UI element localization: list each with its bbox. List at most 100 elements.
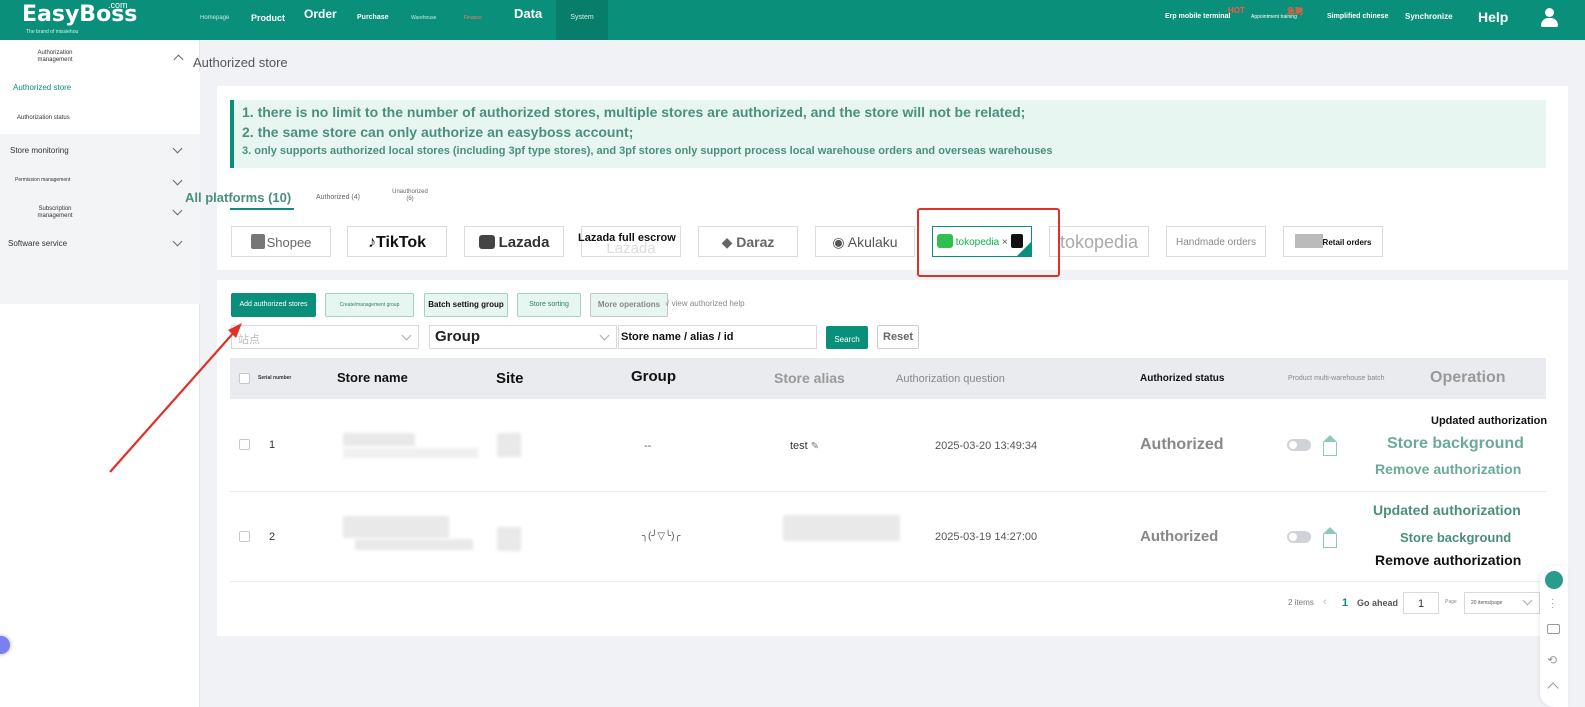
shopee-bag-icon xyxy=(250,234,265,249)
reset-button[interactable]: Reset xyxy=(877,325,919,349)
hot-badge: HOT xyxy=(1228,6,1245,15)
nav-order[interactable]: Order xyxy=(304,0,337,36)
nav-finance[interactable]: Finance xyxy=(464,0,482,40)
chat-icon[interactable] xyxy=(1547,624,1560,634)
nav-help[interactable]: Help xyxy=(1478,0,1508,36)
sidebar-item-subscription-management[interactable]: Subscription management xyxy=(30,206,80,220)
platform-retail-orders[interactable]: Retail orders xyxy=(1283,226,1383,257)
create-group-button[interactable]: Create/management group xyxy=(325,293,414,317)
tab-underline xyxy=(230,208,294,210)
row-serial: 2 xyxy=(269,531,276,543)
platform-daraz[interactable]: ◆ Daraz xyxy=(698,226,798,257)
sidebar-authorization-management[interactable]: Authorization management xyxy=(30,50,80,64)
nav-product[interactable]: Product xyxy=(251,0,285,40)
page-number-current[interactable]: 1 xyxy=(1342,597,1348,609)
add-authorized-stores-button[interactable]: Add authorized stores xyxy=(231,293,316,317)
retail-logo-image xyxy=(1294,234,1323,248)
remove-authorization-link[interactable]: Remove authorization xyxy=(1375,461,1521,477)
nav-homepage[interactable]: Homepage xyxy=(200,0,229,40)
store-background-link[interactable]: Store background xyxy=(1387,435,1524,453)
warehouse-settings-icon[interactable] xyxy=(1323,435,1337,456)
notice-line-2: 2. the same store can only authorize an … xyxy=(242,124,634,140)
platform-lazada[interactable]: Lazada xyxy=(464,226,564,257)
group-select-placeholder: Group xyxy=(435,328,480,345)
nav-warehouse[interactable]: Warehouse xyxy=(411,0,436,40)
row-group: -- xyxy=(644,440,652,452)
sidebar-item-permission-management[interactable]: Permission management xyxy=(15,177,70,183)
nav-synchronize[interactable]: Synchronize xyxy=(1405,0,1453,36)
row-divider xyxy=(230,491,1546,492)
update-authorization-link[interactable]: Updated authorization xyxy=(1431,415,1547,427)
store-search-input[interactable]: Store name / alias / id xyxy=(618,325,817,349)
multi-warehouse-toggle[interactable] xyxy=(1287,531,1311,543)
support-avatar[interactable] xyxy=(1543,569,1565,591)
notice-box: 1. there is no limit to the number of au… xyxy=(230,100,1546,168)
sidebar-item-store-monitoring[interactable]: Store monitoring xyxy=(10,146,69,155)
header-serial-number: Serial number xyxy=(258,375,292,381)
assistant-bubble-icon[interactable] xyxy=(0,636,10,654)
row-status: Authorized xyxy=(1140,528,1219,545)
warehouse-settings-icon[interactable] xyxy=(1323,527,1337,548)
user-icon[interactable] xyxy=(1540,8,1558,28)
group-select[interactable]: Group xyxy=(429,325,617,349)
sidebar: Authorization management Authorized stor… xyxy=(0,40,200,707)
nav-mobile-terminal[interactable]: Erp mobile terminal xyxy=(1165,0,1230,36)
view-authorized-help-link[interactable]: √ view authorized help xyxy=(665,299,745,308)
row-alias-text: test xyxy=(790,440,808,452)
update-authorization-link[interactable]: Updated authorization xyxy=(1373,502,1521,518)
annotation-highlight-box xyxy=(917,208,1060,277)
back-to-top-icon[interactable] xyxy=(1547,682,1559,694)
chevron-up-icon[interactable] xyxy=(173,54,184,65)
platform-handmade-label: Handmade orders xyxy=(1175,237,1257,248)
sidebar-item-software-service[interactable]: Software service xyxy=(8,239,67,248)
row-checkbox[interactable] xyxy=(239,439,250,450)
search-button[interactable]: Search xyxy=(826,326,868,349)
nav-language[interactable]: Simplified chinese xyxy=(1327,0,1388,36)
sidebar-item-authorized-store[interactable]: Authorized store xyxy=(13,83,71,92)
store-name-redacted xyxy=(343,516,449,538)
row-authorization-time: 2025-03-19 14:27:00 xyxy=(935,531,1038,543)
nav-purchase[interactable]: Purchase xyxy=(357,0,389,40)
more-operations-button[interactable]: More operations xyxy=(590,293,668,317)
platform-shopee[interactable]: Shopee xyxy=(231,226,331,257)
top-navigation-bar: EasyBoss .com The brand of missiehou Hom… xyxy=(0,0,1585,40)
row-authorization-time: 2025-03-20 13:49:34 xyxy=(935,440,1038,452)
pagination-page-suffix: Page xyxy=(1445,599,1457,605)
page-jump-input[interactable]: 1 xyxy=(1403,592,1439,614)
platform-tiktok[interactable]: ♪TikTok xyxy=(347,226,447,257)
page-jump-value: 1 xyxy=(1418,598,1425,610)
header-authorization-question: Authorization question xyxy=(896,373,1005,385)
brand-tagline: The brand of missiehou xyxy=(26,29,79,35)
batch-setting-group-button[interactable]: Batch setting group xyxy=(424,293,508,317)
tab-unauthorized[interactable]: Unauthorized (6) xyxy=(389,189,431,203)
platform-akulaku-logo: ◉ Akulaku xyxy=(816,227,914,256)
store-name-redacted xyxy=(355,539,473,550)
refresh-icon[interactable]: ⟲ xyxy=(1547,653,1557,667)
page-size-select[interactable]: 20 items/page xyxy=(1464,592,1540,614)
store-background-link[interactable]: Store background xyxy=(1400,530,1511,545)
brand-logo[interactable]: EasyBoss .com The brand of missiehou xyxy=(22,0,137,35)
prev-page-icon[interactable]: ‹ xyxy=(1323,596,1327,608)
more-vertical-icon[interactable]: · · · xyxy=(1551,595,1554,613)
platform-handmade-orders[interactable]: Handmade orders xyxy=(1166,226,1266,257)
platform-tiktok-label: TikTok xyxy=(375,234,427,251)
sidebar-item-authorization-status[interactable]: Authorization status xyxy=(17,115,70,121)
nav-data[interactable]: Data xyxy=(514,0,542,36)
platform-akulaku[interactable]: ◉ Akulaku xyxy=(815,226,915,257)
multi-warehouse-toggle[interactable] xyxy=(1287,439,1311,451)
platform-tokopedia[interactable]: tokopedia xyxy=(1049,226,1149,257)
platform-daraz-logo: ◆ Daraz xyxy=(699,227,797,256)
tab-all-platforms[interactable]: All platforms (10) xyxy=(185,190,291,205)
site-select[interactable]: 站点 xyxy=(231,325,419,349)
edit-pencil-icon[interactable]: ✎ xyxy=(811,441,819,452)
platform-tokopedia-label: tokopedia xyxy=(1059,232,1139,252)
tab-authorized[interactable]: Authorized (4) xyxy=(316,194,360,201)
notice-line-1: 1. there is no limit to the number of au… xyxy=(242,104,1026,120)
nav-system[interactable]: System xyxy=(556,0,608,40)
select-all-checkbox[interactable] xyxy=(239,373,250,384)
platform-tiktok-logo: ♪TikTok xyxy=(348,227,446,256)
row-checkbox[interactable] xyxy=(239,531,250,542)
remove-authorization-link[interactable]: Remove authorization xyxy=(1375,552,1521,568)
store-sorting-button[interactable]: Store sorting xyxy=(517,293,581,317)
platform-lazada-label: Lazada xyxy=(498,234,550,251)
